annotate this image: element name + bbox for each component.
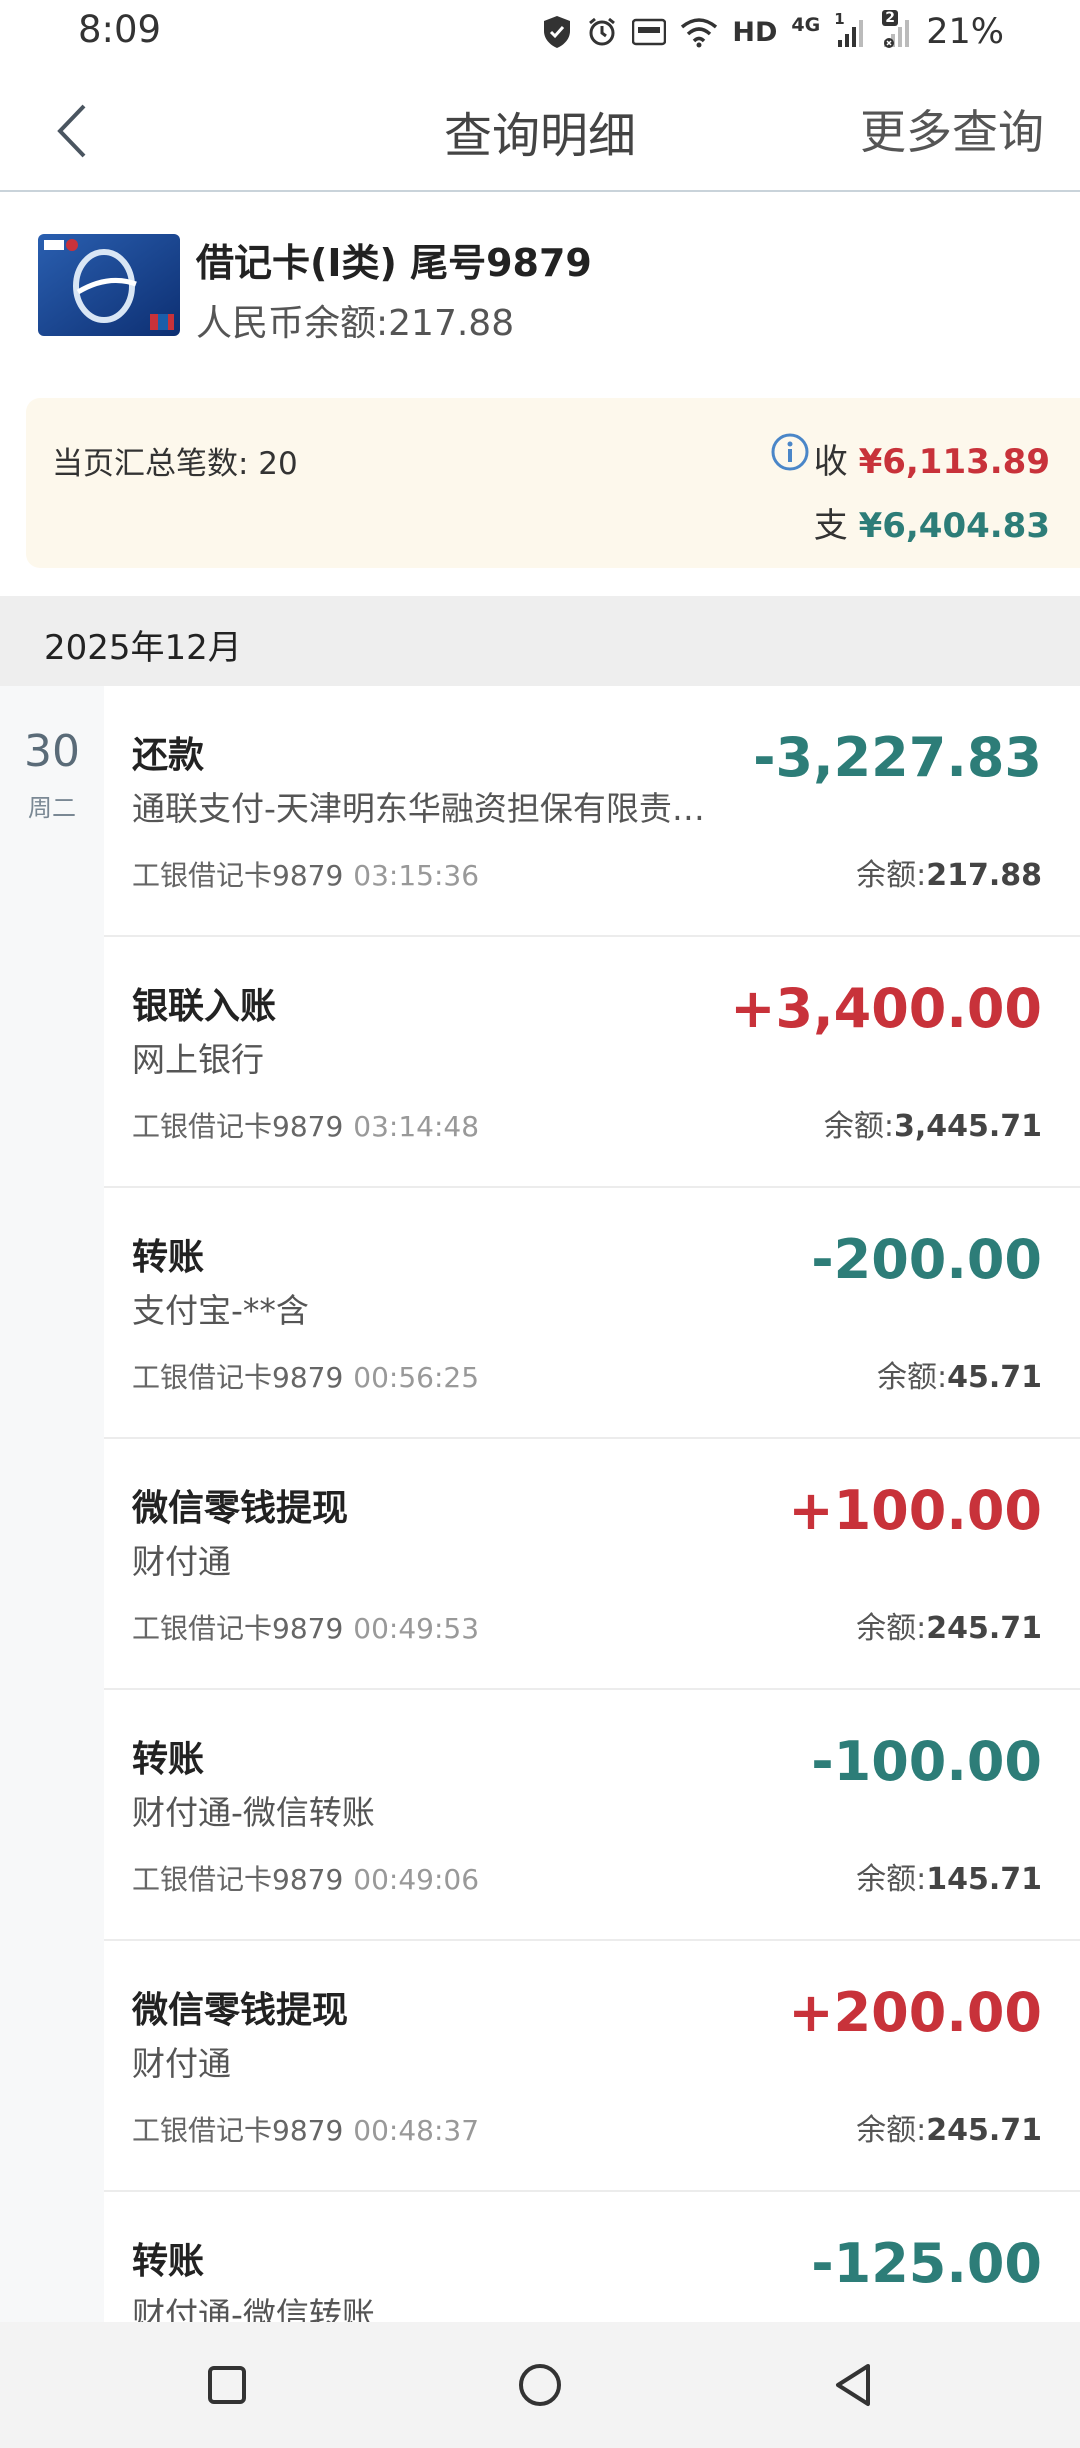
transaction-balance: 余额:3,445.71 (823, 1109, 1042, 1144)
battery-percent: 21% (926, 12, 1004, 52)
account-card[interactable]: 借记卡(Ⅰ类) 尾号9879 人民币余额:217.88 (0, 194, 1080, 392)
circle-icon (519, 2364, 561, 2406)
transaction-title: 微信零钱提现 (132, 1488, 349, 1529)
transaction-amount: -200.00 (811, 1228, 1042, 1291)
transaction-title: 银联入账 (132, 986, 277, 1027)
transaction-amount: +200.00 (788, 1981, 1042, 2044)
summary-income: 收 ¥6,113.89 (813, 442, 1050, 482)
transaction-item[interactable]: 微信零钱提现 财付通 工银借记卡9879 00:49:53 +100.00 余额:… (104, 1439, 1080, 1690)
wifi-icon (680, 16, 718, 48)
transaction-balance: 余额:45.71 (876, 1360, 1042, 1395)
transaction-desc: 财付通 (132, 1542, 231, 1581)
signal-sim1-icon: 1 (834, 10, 866, 48)
transaction-balance: 余额:245.71 (856, 2113, 1042, 2148)
transaction-desc: 财付通-微信转账 (132, 1793, 375, 1832)
transaction-amount: -3,227.83 (753, 726, 1042, 789)
page-summary: 当页汇总笔数: 20 收 ¥6,113.89 支 ¥6,404.83 (26, 398, 1080, 568)
status-icons: HD 4G 1 2 21% (542, 6, 1004, 58)
card-name: 借记卡(Ⅰ类) 尾号9879 (196, 241, 592, 285)
transaction-item[interactable]: 转账 财付通-微信转账 工银借记卡9879 00:49:06 -100.00 余额… (104, 1690, 1080, 1941)
summary-income-amount: ¥6,113.89 (858, 442, 1050, 482)
summary-expense: 支 ¥6,404.83 (813, 506, 1050, 546)
status-bar: 8:09 HD 4G 1 2 21% (0, 0, 1080, 68)
back-nav-button[interactable] (816, 2348, 890, 2422)
summary-expense-amount: ¥6,404.83 (858, 506, 1050, 546)
home-button[interactable] (503, 2348, 577, 2422)
month-header: 2025年12月 (0, 596, 1080, 686)
transaction-desc: 财付通 (132, 2044, 231, 2083)
transaction-list: 30 周二 还款 通联支付-天津明东华融资担保有限责任公司 工银借记卡9879 0… (0, 686, 1080, 2322)
transaction-title: 微信零钱提现 (132, 1990, 349, 2031)
transaction-account: 工银借记卡9879 00:49:53 (132, 1612, 480, 1645)
date-day: 30 (24, 726, 80, 777)
date-column: 30 周二 (0, 686, 104, 2322)
status-time: 8:09 (78, 8, 162, 51)
transaction-item[interactable]: 还款 通联支付-天津明东华融资担保有限责任公司 工银借记卡9879 03:15:3… (104, 686, 1080, 937)
network-type: 4G (791, 14, 821, 36)
auto-hz-icon (632, 17, 667, 47)
transaction-account: 工银借记卡9879 03:14:48 (132, 1110, 480, 1143)
transaction-item[interactable]: 微信零钱提现 财付通 工银借记卡9879 00:48:37 +200.00 余额:… (104, 1941, 1080, 2192)
transaction-desc: 网上银行 (132, 1040, 264, 1079)
transaction-title: 转账 (132, 1237, 205, 1278)
shield-icon (542, 15, 572, 49)
more-query-button[interactable]: 更多查询 (860, 96, 1044, 162)
square-icon (208, 2366, 246, 2404)
summary-count: 当页汇总笔数: 20 (52, 446, 298, 482)
transaction-balance: 余额:145.71 (856, 1862, 1042, 1897)
recents-button[interactable] (190, 2348, 264, 2422)
transaction-desc: 通联支付-天津明东华融资担保有限责任公司 (132, 789, 732, 828)
transaction-title: 还款 (132, 735, 205, 776)
date-weekday: 周二 (28, 794, 76, 822)
info-icon[interactable] (770, 432, 810, 472)
transaction-amount: -100.00 (811, 1730, 1042, 1793)
transaction-item[interactable]: 银联入账 网上银行 工银借记卡9879 03:14:48 +3,400.00 余额… (104, 937, 1080, 1188)
system-nav-bar (0, 2322, 1080, 2448)
transaction-account: 工银借记卡9879 00:49:06 (132, 1863, 480, 1896)
transaction-amount: +100.00 (788, 1479, 1042, 1542)
transaction-title: 转账 (132, 1739, 205, 1780)
hd-indicator: HD (732, 16, 778, 48)
card-balance: 人民币余额:217.88 (196, 303, 515, 344)
transaction-desc: 财付通-微信转账 (132, 2295, 375, 2322)
transaction-item[interactable]: 转账 财付通-微信转账 -125.00 (104, 2192, 1080, 2322)
transaction-detail-screen: 8:09 HD 4G 1 2 21% 查询明细 更多查询 借记卡(Ⅰ类) 尾号9… (0, 0, 1080, 2448)
transaction-title: 转账 (132, 2241, 205, 2282)
month-label: 2025年12月 (44, 628, 242, 668)
transaction-amount: +3,400.00 (730, 977, 1042, 1040)
transaction-item[interactable]: 转账 支付宝-**含 工银借记卡9879 00:56:25 -200.00 余额:… (104, 1188, 1080, 1439)
transaction-account: 工银借记卡9879 00:56:25 (132, 1361, 480, 1394)
signal-sim2-icon: 2 (880, 10, 912, 48)
transaction-balance: 余额:217.88 (856, 858, 1042, 893)
bank-card-image (38, 234, 180, 336)
triangle-back-icon (836, 2364, 870, 2406)
transaction-balance: 余额:245.71 (856, 1611, 1042, 1646)
transaction-account: 工银借记卡9879 03:15:36 (132, 859, 480, 892)
transaction-desc: 支付宝-**含 (132, 1291, 309, 1330)
alarm-icon (586, 16, 618, 48)
transaction-amount: -125.00 (811, 2232, 1042, 2295)
top-nav-bar: 查询明细 更多查询 (0, 68, 1080, 192)
transaction-account: 工银借记卡9879 00:48:37 (132, 2114, 480, 2147)
